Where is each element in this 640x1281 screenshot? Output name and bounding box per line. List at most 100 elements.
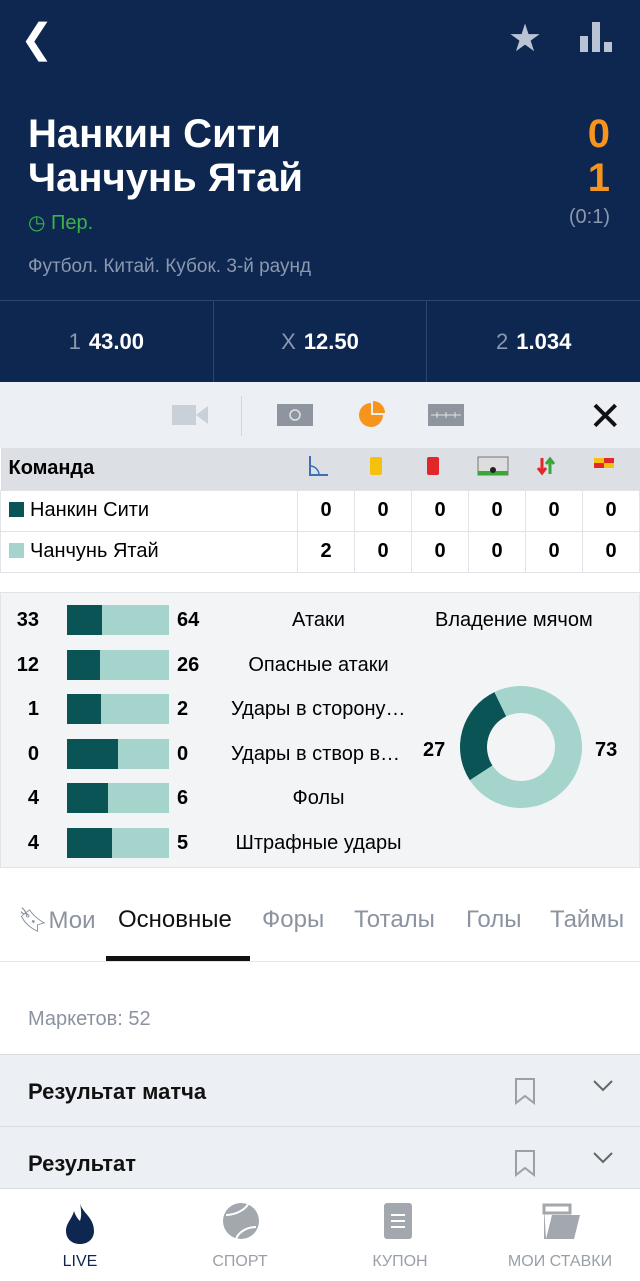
markets-count: Маркетов: 52 xyxy=(28,1008,151,1030)
stat-cell: 2 xyxy=(297,530,355,573)
stat-label: Удары в створ ворот xyxy=(231,742,406,765)
stat-label: Опасные атаки xyxy=(248,653,389,676)
stat-team2-value: 26 xyxy=(177,653,200,676)
tab-handicaps[interactable]: Форы xyxy=(262,906,324,934)
stat-bar xyxy=(67,783,169,813)
chevron-down-icon[interactable] xyxy=(592,1079,614,1093)
stat-team1-value: 4 xyxy=(27,831,39,854)
pie-chart-icon[interactable] xyxy=(358,400,386,428)
odd-x[interactable]: X 12.50 xyxy=(214,301,428,382)
penalty-icon xyxy=(582,448,640,490)
odds-bar: 1 43.00 X 12.50 2 1.034 xyxy=(0,300,640,382)
odd-key: 1 xyxy=(68,328,81,354)
team-cell: Нанкин Сити xyxy=(0,489,298,532)
field-icon[interactable] xyxy=(277,404,313,426)
back-chevron-icon[interactable]: ❮ xyxy=(20,16,54,62)
market-title: Результат xyxy=(28,1151,137,1176)
nav-live[interactable]: LIVE xyxy=(0,1189,160,1281)
yellow-card-icon xyxy=(354,448,412,490)
possession-team2: 73 xyxy=(595,739,618,761)
coupon-icon xyxy=(384,1203,412,1239)
team-stats-table: Команда Нанкин Сити 000000 Чанчунь Ятай … xyxy=(0,448,640,573)
stat-bar xyxy=(67,605,169,635)
substitution-icon xyxy=(525,448,583,490)
stat-label: Атаки xyxy=(292,609,345,631)
nav-coupon[interactable]: КУПОН xyxy=(320,1189,480,1281)
bookmark-icon[interactable] xyxy=(514,1149,536,1177)
tab-goals[interactable]: Голы xyxy=(466,906,521,934)
team2-color-swatch xyxy=(9,543,24,558)
clock-icon: ◷ xyxy=(28,212,46,234)
divider xyxy=(241,396,242,436)
tab-main[interactable]: Основные xyxy=(118,906,232,934)
odd-key: 2 xyxy=(496,328,509,354)
stat-team2-value: 6 xyxy=(177,787,189,809)
close-icon[interactable]: ✕ xyxy=(588,394,622,440)
stat-bar xyxy=(67,694,169,724)
tools-bar: ✕ xyxy=(0,382,640,448)
nav-sport[interactable]: СПОРТ xyxy=(160,1189,320,1281)
tab-halves[interactable]: Таймы xyxy=(550,906,624,934)
stat-row: 4 5 Штрафные удары xyxy=(1,827,421,858)
market-tabs: 🔖︎Мои Основные Форы Тоталы Голы Таймы xyxy=(0,868,640,962)
stat-label: Удары в сторону ворот xyxy=(231,698,406,720)
possession-slice-team1 xyxy=(460,692,507,781)
stat-bar-fill xyxy=(67,649,100,680)
table-row: Нанкин Сити 000000 xyxy=(0,489,640,532)
stat-row: 1 2 Удары в сторону ворот xyxy=(1,694,421,724)
stat-bar-fill xyxy=(67,738,118,769)
team-name: Чанчунь Ятай xyxy=(30,540,159,562)
nav-label: СПОРТ xyxy=(212,1253,268,1270)
stat-bar xyxy=(67,738,169,769)
nav-label: МОИ СТАВКИ xyxy=(507,1253,613,1270)
stat-bar-fill xyxy=(67,605,102,635)
tab-my[interactable]: 🔖︎Мои xyxy=(18,906,95,935)
stat-cell: 0 xyxy=(582,530,640,573)
nav-my-bets[interactable]: МОИ СТАВКИ xyxy=(480,1189,640,1281)
stat-team2-value: 5 xyxy=(177,831,189,854)
odd-value: 43.00 xyxy=(88,328,144,354)
timeline-icon[interactable] xyxy=(428,404,464,426)
stat-cell: 0 xyxy=(411,530,469,573)
chevron-down-icon[interactable] xyxy=(592,1151,614,1165)
active-tab-indicator xyxy=(106,956,250,961)
bottom-nav: LIVE СПОРТ КУПОН МОИ СТАВКИ xyxy=(0,1188,640,1280)
tab-totals[interactable]: Тоталы xyxy=(354,906,435,934)
tab-label: Мои xyxy=(48,907,96,934)
stat-bar xyxy=(67,827,169,858)
odd-1[interactable]: 1 43.00 xyxy=(0,301,214,382)
odd-key: X xyxy=(281,328,296,354)
odd-2[interactable]: 2 1.034 xyxy=(427,301,640,382)
stat-team2-value: 0 xyxy=(177,742,189,765)
stat-cell: 0 xyxy=(468,489,526,532)
bookmark-icon[interactable] xyxy=(514,1077,536,1105)
stat-cell: 0 xyxy=(468,530,526,573)
table-header: Команда xyxy=(0,448,640,490)
possession-label: Владение мячом xyxy=(435,609,593,631)
team1-score: 0 xyxy=(587,112,610,156)
stat-label: Штрафные удары xyxy=(235,831,402,854)
red-card-icon xyxy=(411,448,469,490)
stat-bar-fill xyxy=(67,694,101,724)
stat-team2-value: 64 xyxy=(177,609,200,631)
stat-team2-value: 2 xyxy=(177,698,189,720)
bar-chart-icon[interactable] xyxy=(580,20,612,52)
stat-cell: 0 xyxy=(411,489,469,532)
market-title: Результат матча xyxy=(28,1079,207,1104)
market-row[interactable]: Результат матча xyxy=(0,1054,640,1126)
stat-row: 12 26 Опасные атаки xyxy=(1,649,421,680)
corner-icon xyxy=(297,448,355,490)
stat-cell: 0 xyxy=(582,489,640,532)
possession-donut xyxy=(460,686,582,808)
stat-row: 33 64 Атаки xyxy=(1,605,421,635)
halftime-score: (0:1) xyxy=(568,206,610,228)
stat-bar xyxy=(67,649,169,680)
team2-name: Чанчунь Ятай xyxy=(28,156,304,200)
period-label: Пер. xyxy=(51,212,94,234)
star-icon[interactable]: ★ xyxy=(508,16,542,61)
match-header: ❮ ★ Нанкин Сити Чанчунь Ятай 0 1 (0:1) ◷… xyxy=(0,0,640,300)
stat-cell: 0 xyxy=(525,530,583,573)
stat-row: 4 6 Фолы xyxy=(1,783,421,813)
column-team: Команда xyxy=(0,448,298,490)
video-icon[interactable] xyxy=(172,404,208,426)
